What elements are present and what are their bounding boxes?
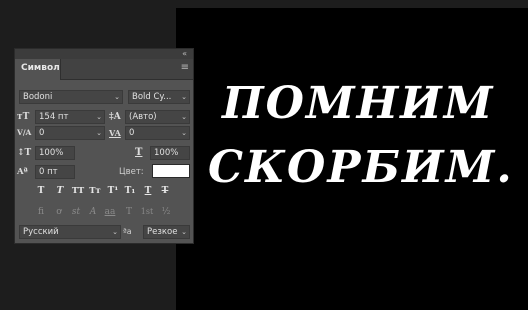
chevron-down-icon: ⌄ [96, 129, 102, 137]
character-panel: « Символ ≡ Bodoni ⌄ Bold Cy... ⌄ ᴛT 154 … [14, 48, 194, 244]
strikethrough-button[interactable]: T [159, 185, 171, 197]
baseline-shift-value: 0 пт [39, 167, 58, 177]
font-style-select[interactable]: Bold Cy... ⌄ [128, 90, 190, 104]
leading-icon: ‡A [109, 112, 121, 122]
vertical-scale-field[interactable]: 100% [35, 146, 75, 160]
leading-field[interactable]: (Авто) ⌄ [125, 110, 190, 124]
leading-value: (Авто) [129, 112, 157, 122]
ordinals-button[interactable]: 1st [139, 206, 155, 218]
font-size-field[interactable]: 154 пт ⌄ [35, 110, 105, 124]
ligatures-button[interactable]: fi [35, 206, 47, 218]
tracking-field[interactable]: 0 ⌄ [125, 126, 190, 140]
language-value: Русский [23, 227, 59, 237]
stylistic-alternates-button[interactable]: aa [104, 206, 116, 218]
small-caps-button[interactable]: Tт [88, 185, 102, 197]
subscript-button[interactable]: T₁ [124, 185, 136, 197]
baseline-shift-icon: Aª [17, 167, 28, 177]
tab-character[interactable]: Символ [15, 59, 61, 80]
horizontal-scale-icon: T [135, 147, 143, 158]
document-canvas[interactable]: ПОМНИМ СКОРБИМ. [176, 8, 528, 310]
language-select[interactable]: Русский ⌄ [19, 225, 121, 239]
font-family-value: Bodoni [23, 92, 53, 102]
canvas-text-line-2[interactable]: СКОРБИМ. [208, 142, 514, 193]
swash-button[interactable]: A [87, 206, 99, 218]
font-family-select[interactable]: Bodoni ⌄ [19, 90, 123, 104]
vertical-scale-value: 100% [39, 148, 64, 158]
baseline-shift-field[interactable]: 0 пт [35, 165, 75, 179]
collapse-icon[interactable]: « [182, 49, 187, 59]
antialias-value: Резкое [147, 227, 178, 237]
font-style-value: Bold Cy... [132, 92, 172, 102]
color-swatch[interactable] [152, 164, 190, 178]
chevron-down-icon: ⌄ [181, 93, 187, 101]
horizontal-scale-value: 100% [154, 148, 179, 158]
kerning-icon: V/A [17, 128, 32, 137]
fractions-button[interactable]: ½ [160, 206, 172, 218]
all-caps-button[interactable]: TT [70, 185, 86, 197]
tracking-icon: VA [109, 128, 121, 138]
chevron-down-icon: ⌄ [114, 93, 120, 101]
underline-button[interactable]: T [142, 185, 154, 197]
vertical-scale-icon: ↕T [17, 148, 32, 158]
discretionary-ligatures-button[interactable]: ơ [53, 206, 65, 218]
contextual-alternates-button[interactable]: st [70, 206, 82, 218]
titling-alternates-button[interactable]: T [123, 206, 135, 218]
chevron-down-icon: ⌄ [112, 228, 118, 236]
panel-title-bar: « [15, 49, 193, 59]
faux-italic-button[interactable]: T [54, 185, 66, 197]
faux-bold-button[interactable]: T [35, 185, 47, 197]
kerning-value: 0 [39, 128, 45, 138]
kerning-field[interactable]: 0 ⌄ [35, 126, 105, 140]
chevron-down-icon: ⌄ [181, 113, 187, 121]
chevron-down-icon: ⌄ [181, 129, 187, 137]
font-size-value: 154 пт [39, 112, 69, 122]
antialias-icon: ªa [123, 227, 132, 236]
color-label: Цвет: [119, 167, 144, 177]
font-size-icon: ᴛT [17, 112, 30, 122]
chevron-down-icon: ⌄ [96, 113, 102, 121]
canvas-text-line-1[interactable]: ПОМНИМ [222, 78, 494, 129]
horizontal-scale-field[interactable]: 100% [150, 146, 190, 160]
panel-tab-bar: Символ ≡ [15, 59, 193, 80]
superscript-button[interactable]: T¹ [107, 185, 119, 197]
tracking-value: 0 [129, 128, 135, 138]
antialias-select[interactable]: Резкое ⌄ [143, 225, 190, 239]
tab-character-label: Символ [21, 63, 60, 73]
chevron-down-icon: ⌄ [181, 228, 187, 236]
panel-menu-icon[interactable]: ≡ [181, 63, 189, 73]
